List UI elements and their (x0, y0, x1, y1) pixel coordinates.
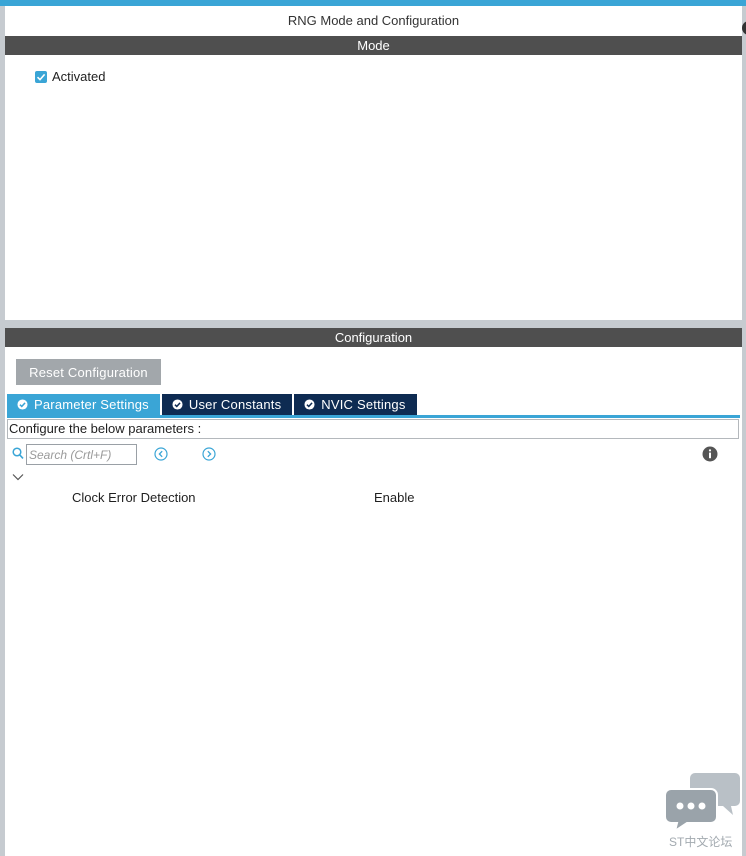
mode-panel: RNG Mode and Configuration Mode Activate… (5, 6, 742, 320)
tab-label: Parameter Settings (34, 397, 149, 412)
reset-configuration-button[interactable]: Reset Configuration (16, 359, 161, 385)
tab-parameter-settings[interactable]: Parameter Settings (7, 394, 160, 415)
activated-checkbox[interactable] (35, 70, 47, 83)
search-icon[interactable] (12, 447, 24, 460)
mode-section-header: Mode (5, 36, 742, 55)
checkmark-icon (36, 73, 46, 81)
config-tabs: Parameter Settings User Constants NVIC S… (7, 394, 417, 415)
parameter-row[interactable]: Clock Error Detection Enable (72, 490, 414, 505)
tab-user-constants[interactable]: User Constants (161, 394, 293, 415)
tab-nvic-settings[interactable]: NVIC Settings (294, 394, 417, 415)
tab-label: User Constants (188, 397, 282, 412)
tab-label: NVIC Settings (321, 397, 406, 412)
parameter-value[interactable]: Enable (374, 490, 414, 505)
panel-title: RNG Mode and Configuration (287, 13, 460, 28)
check-circle-icon (17, 399, 28, 410)
activated-label: Activated (52, 69, 106, 84)
configuration-section-header: Configuration (5, 328, 742, 347)
check-circle-icon (304, 399, 315, 410)
activated-checkbox-row[interactable]: Activated (35, 69, 105, 84)
watermark-text: ST中文论坛 (669, 835, 733, 849)
info-icon[interactable] (702, 446, 718, 462)
configuration-panel: Configuration Reset Configuration Parame… (5, 328, 742, 856)
edge-scroll-icon (741, 16, 746, 40)
chevron-right-circle-icon[interactable] (202, 447, 216, 461)
search-input[interactable] (26, 444, 137, 465)
tab-underline (7, 415, 740, 418)
search-toolbar (11, 444, 736, 465)
configure-instructions: Configure the below parameters : (7, 419, 739, 439)
forum-watermark: ST中文论坛 (664, 771, 745, 853)
chevron-down-icon[interactable] (12, 473, 24, 481)
chevron-left-circle-icon[interactable] (154, 447, 168, 461)
chat-bubbles-icon (664, 773, 740, 834)
check-circle-icon (172, 399, 183, 410)
parameter-name: Clock Error Detection (72, 490, 196, 505)
